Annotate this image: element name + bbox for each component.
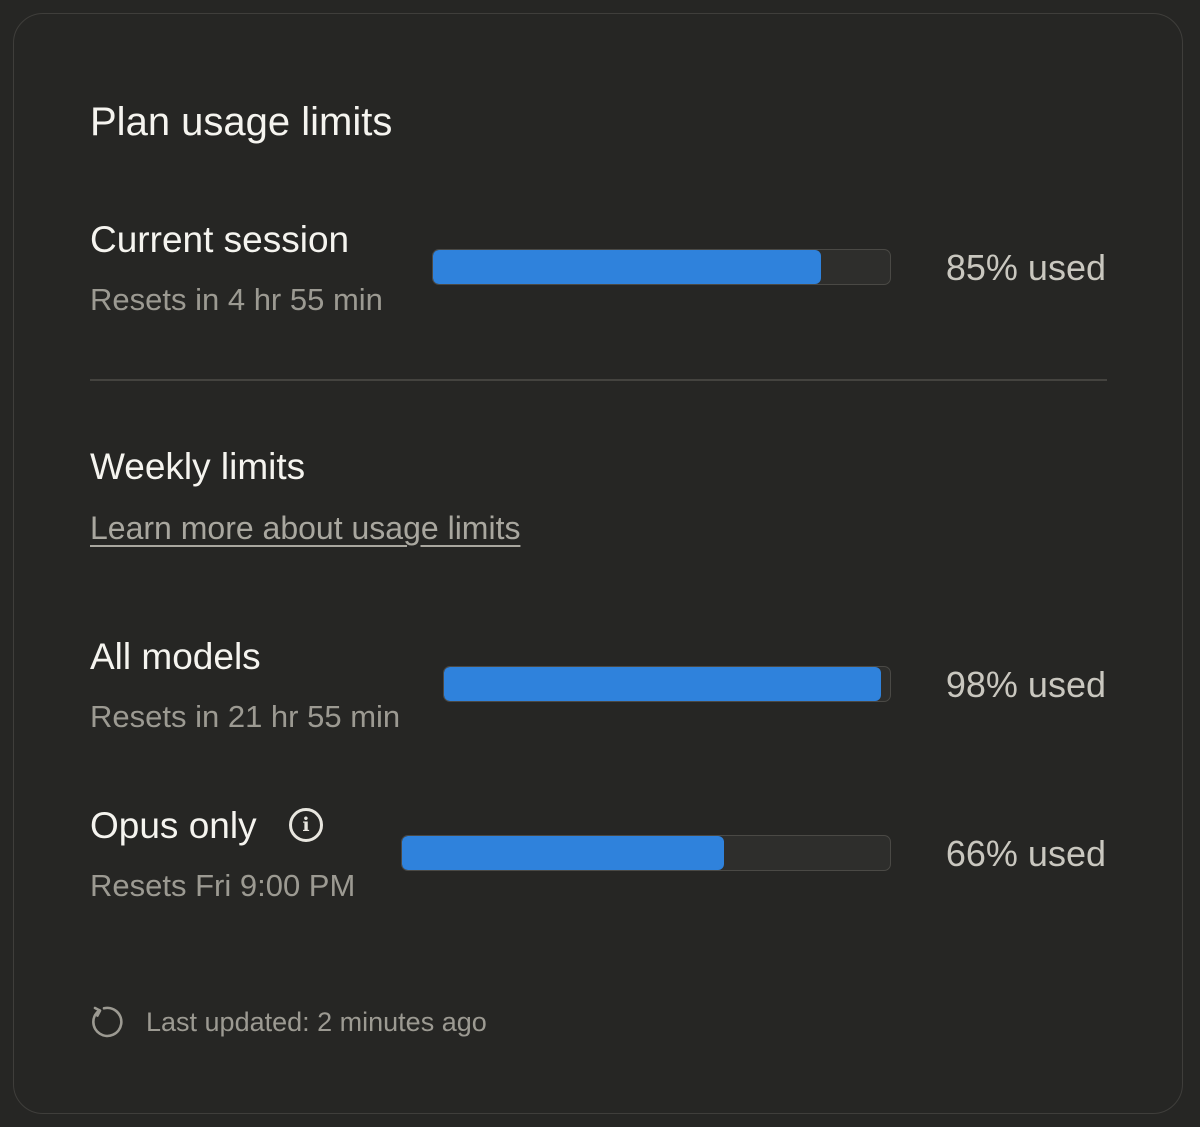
all-models-title: All models [90,636,261,677]
all-models-progress-fill [444,667,882,701]
page-title: Plan usage limits [90,100,393,144]
current-session-title: Current session [90,219,350,260]
opus-only-progress-fill [402,836,725,870]
all-models-percent-used: 98% used [945,664,1106,705]
opus-only-title: Opus only [90,805,257,846]
all-models-reset-text: Resets in 21 hr 55 min [90,699,401,734]
all-models-progress-bar [443,666,891,702]
current-session-progress-bar [432,249,891,285]
opus-only-reset-text: Resets Fri 9:00 PM [90,868,356,903]
current-session-reset-text: Resets in 4 hr 55 min [90,282,383,317]
current-session-percent-used: 85% used [945,247,1106,288]
refresh-icon[interactable] [89,1004,125,1040]
info-icon[interactable]: i [289,808,323,842]
opus-only-percent-used: 66% used [945,833,1106,874]
learn-more-usage-limits-link[interactable]: Learn more about usage limits [90,508,520,548]
usage-limits-panel [13,13,1183,1114]
section-divider [90,379,1107,381]
current-session-progress-fill [433,250,822,284]
opus-only-progress-bar [401,835,891,871]
last-updated-text: Last updated: 2 minutes ago [146,1007,487,1037]
weekly-limits-heading: Weekly limits [90,446,306,487]
